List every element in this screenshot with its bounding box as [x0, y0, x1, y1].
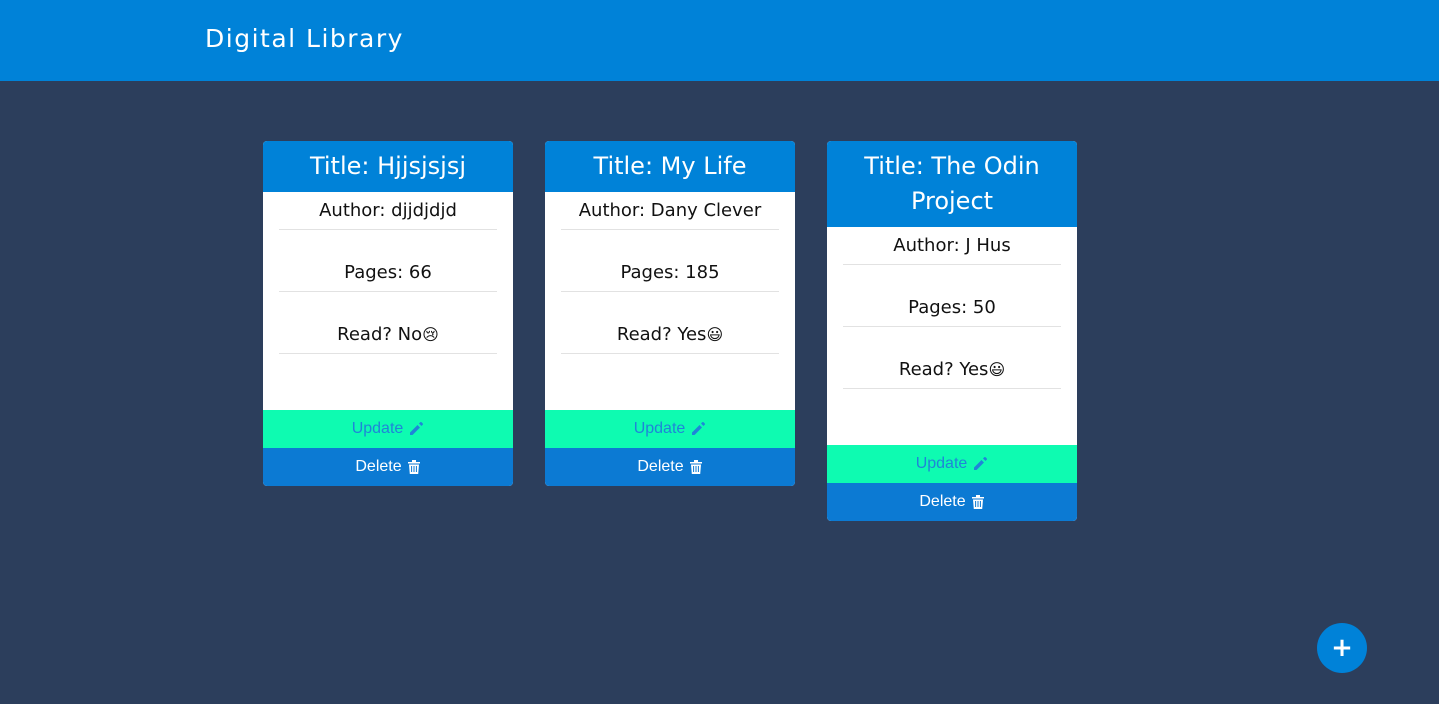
header-bar: Digital Library	[0, 0, 1439, 81]
read-emoji: 😃	[988, 360, 1006, 379]
plus-icon: +	[1331, 633, 1353, 663]
book-read-status: Read? No😢	[279, 292, 497, 354]
book-card: Title: My Life Author: Dany Clever Pages…	[545, 141, 795, 486]
book-pages: Pages: 66	[279, 230, 497, 292]
book-pages: Pages: 50	[843, 265, 1061, 327]
trash-icon	[971, 494, 985, 510]
book-title: Title: Hjjsjsjsj	[263, 141, 513, 192]
update-label: Update	[633, 420, 686, 437]
delete-label: Delete	[919, 493, 966, 510]
delete-button[interactable]: Delete	[827, 483, 1077, 521]
add-book-button[interactable]: +	[1317, 623, 1367, 673]
update-label: Update	[351, 420, 404, 437]
delete-button[interactable]: Delete	[263, 448, 513, 486]
delete-label: Delete	[355, 458, 402, 475]
delete-label: Delete	[637, 458, 684, 475]
book-card: Title: The Odin Project Author: J Hus Pa…	[827, 141, 1077, 521]
book-read-status: Read? Yes😃	[561, 292, 779, 354]
app-title: Digital Library	[205, 24, 404, 53]
update-button[interactable]: Update	[827, 445, 1077, 483]
trash-icon	[689, 459, 703, 475]
book-title: Title: The Odin Project	[827, 141, 1077, 227]
read-emoji: 😃	[706, 325, 724, 344]
pencil-icon	[690, 421, 706, 437]
book-author: Author: djjdjdjd	[279, 192, 497, 230]
pencil-icon	[972, 456, 988, 472]
pencil-icon	[408, 421, 424, 437]
trash-icon	[407, 459, 421, 475]
read-emoji: 😢	[422, 325, 439, 344]
book-read-status: Read? Yes😃	[843, 327, 1061, 389]
book-author: Author: Dany Clever	[561, 192, 779, 230]
update-button[interactable]: Update	[545, 410, 795, 448]
update-button[interactable]: Update	[263, 410, 513, 448]
update-label: Update	[915, 455, 968, 472]
book-pages: Pages: 185	[561, 230, 779, 292]
book-author: Author: J Hus	[843, 227, 1061, 265]
delete-button[interactable]: Delete	[545, 448, 795, 486]
book-card: Title: Hjjsjsjsj Author: djjdjdjd Pages:…	[263, 141, 513, 486]
book-title: Title: My Life	[545, 141, 795, 192]
